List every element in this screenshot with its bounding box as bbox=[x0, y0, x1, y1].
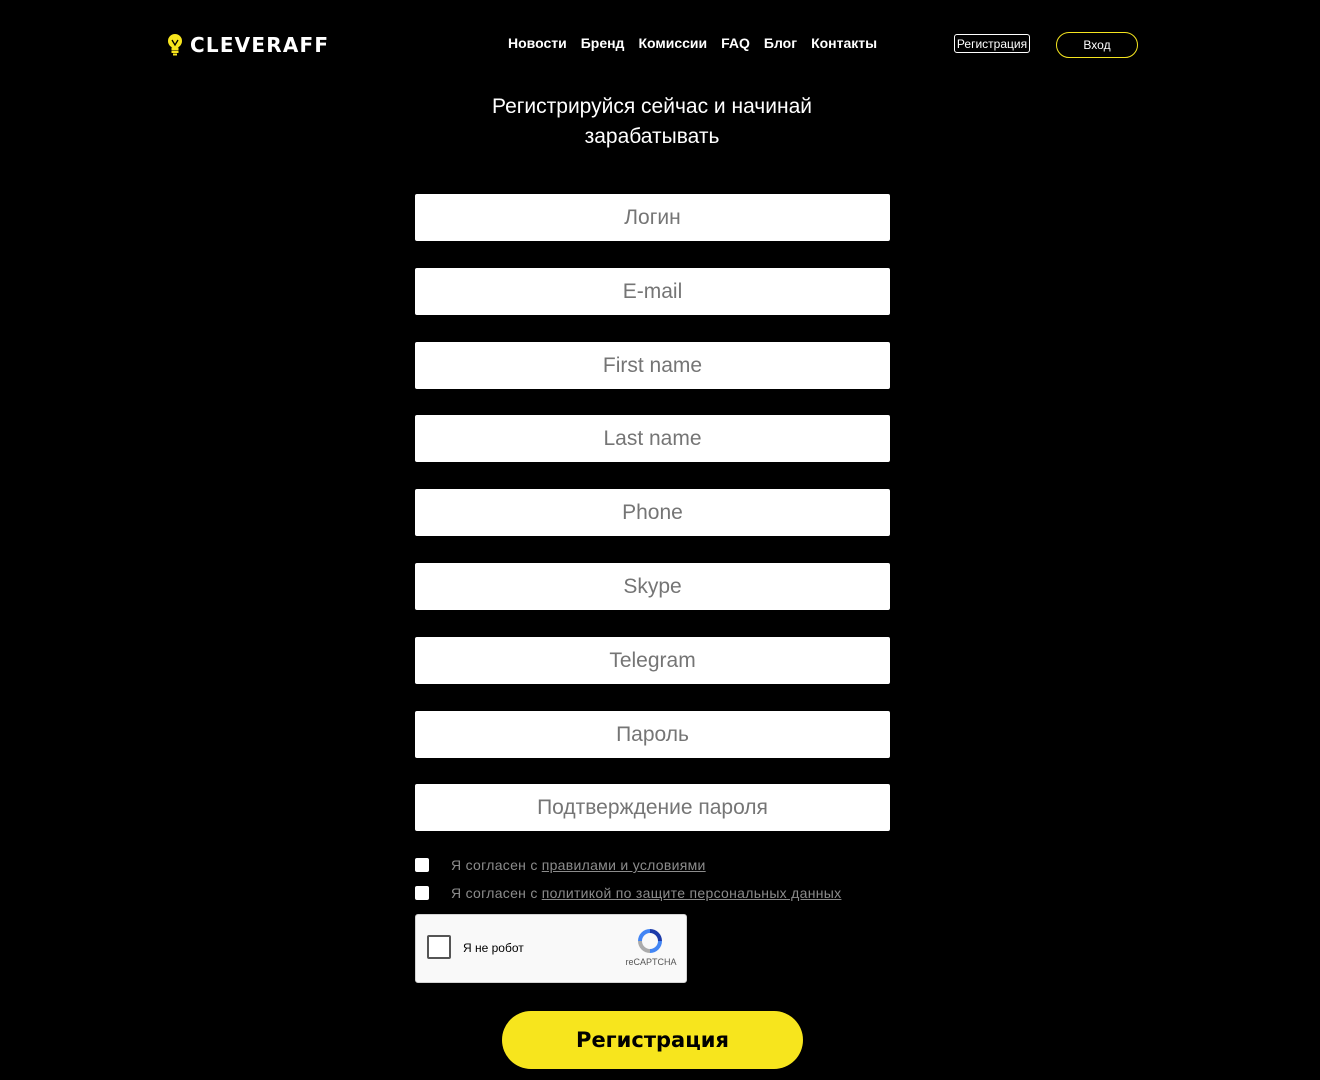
nav-item-brand[interactable]: Бренд bbox=[581, 35, 625, 51]
privacy-policy-link[interactable]: политикой по защите персональных данных bbox=[542, 885, 842, 901]
heading-line-1: Регистрируйся сейчас и начинай bbox=[492, 95, 812, 118]
email-field[interactable] bbox=[415, 268, 890, 315]
first-name-field[interactable] bbox=[415, 342, 890, 389]
page-heading: Регистрируйся сейчас и начинай зарабатыв… bbox=[452, 92, 852, 152]
recaptcha-checkbox[interactable] bbox=[427, 935, 451, 959]
recaptcha-brand: reCAPTCHA bbox=[625, 957, 677, 967]
nav-item-contacts[interactable]: Контакты bbox=[811, 35, 877, 51]
password-field[interactable] bbox=[415, 711, 890, 758]
nav-item-blog[interactable]: Блог bbox=[764, 35, 797, 51]
submit-register-button[interactable]: Регистрация bbox=[502, 1011, 803, 1069]
privacy-agreement-row: Я согласен с политикой по защите персона… bbox=[415, 885, 841, 901]
heading-line-2: зарабатывать bbox=[584, 125, 720, 148]
registration-page: CLEVERAFF Новости Бренд Комиссии FAQ Бло… bbox=[0, 0, 1320, 1080]
nav-item-faq[interactable]: FAQ bbox=[721, 35, 750, 51]
main-nav: Новости Бренд Комиссии FAQ Блог Контакты bbox=[508, 35, 877, 51]
last-name-field[interactable] bbox=[415, 415, 890, 462]
terms-agreement-row: Я согласен с правилами и условиями bbox=[415, 857, 706, 873]
recaptcha-icon bbox=[638, 929, 662, 953]
phone-field[interactable] bbox=[415, 489, 890, 536]
recaptcha-widget: Я не робот reCAPTCHA bbox=[415, 914, 687, 983]
telegram-field[interactable] bbox=[415, 637, 890, 684]
terms-agreement-text: Я согласен с bbox=[451, 857, 538, 873]
nav-item-commissions[interactable]: Комиссии bbox=[638, 35, 707, 51]
privacy-agreement-text: Я согласен с bbox=[451, 885, 538, 901]
skype-field[interactable] bbox=[415, 563, 890, 610]
privacy-checkbox[interactable] bbox=[415, 886, 429, 900]
terms-link[interactable]: правилами и условиями bbox=[542, 857, 706, 873]
login-field[interactable] bbox=[415, 194, 890, 241]
login-button[interactable]: Вход bbox=[1056, 32, 1138, 58]
logo-text: CLEVERAFF bbox=[190, 33, 330, 57]
terms-checkbox[interactable] bbox=[415, 858, 429, 872]
confirm-password-field[interactable] bbox=[415, 784, 890, 831]
header-register-button[interactable]: Регистрация bbox=[954, 34, 1030, 53]
recaptcha-label: Я не робот bbox=[463, 941, 524, 955]
logo[interactable]: CLEVERAFF bbox=[166, 30, 329, 60]
lightbulb-icon bbox=[167, 33, 183, 56]
nav-item-news[interactable]: Новости bbox=[508, 35, 567, 51]
